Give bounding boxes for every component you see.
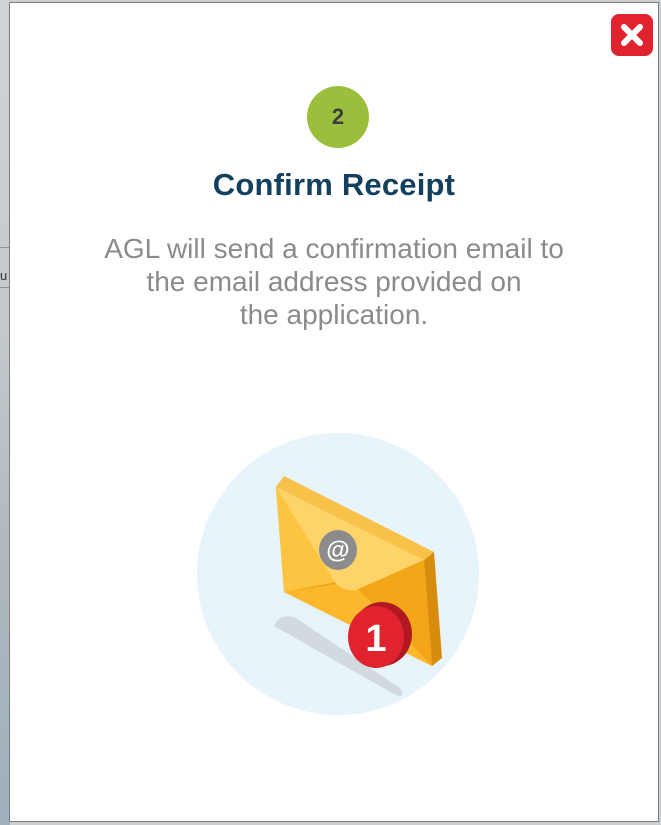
backdrop-text: u	[0, 268, 8, 283]
step-number-badge: 2	[307, 86, 369, 148]
description-line: AGL will send a confirmation email to	[104, 233, 564, 264]
description-line: the email address provided on	[146, 266, 522, 297]
email-envelope-icon: @ 1	[197, 433, 479, 715]
modal-title: Confirm Receipt	[212, 167, 456, 202]
modal-description: AGL will send a confirmation email to th…	[70, 232, 598, 331]
notification-count: 1	[365, 618, 386, 660]
confirm-receipt-modal: 2 Confirm Receipt AGL will send a confir…	[9, 2, 659, 822]
at-sign-text: @	[326, 537, 349, 564]
close-x-icon	[621, 24, 643, 46]
description-line: the application.	[239, 299, 429, 330]
close-button[interactable]	[611, 14, 653, 56]
